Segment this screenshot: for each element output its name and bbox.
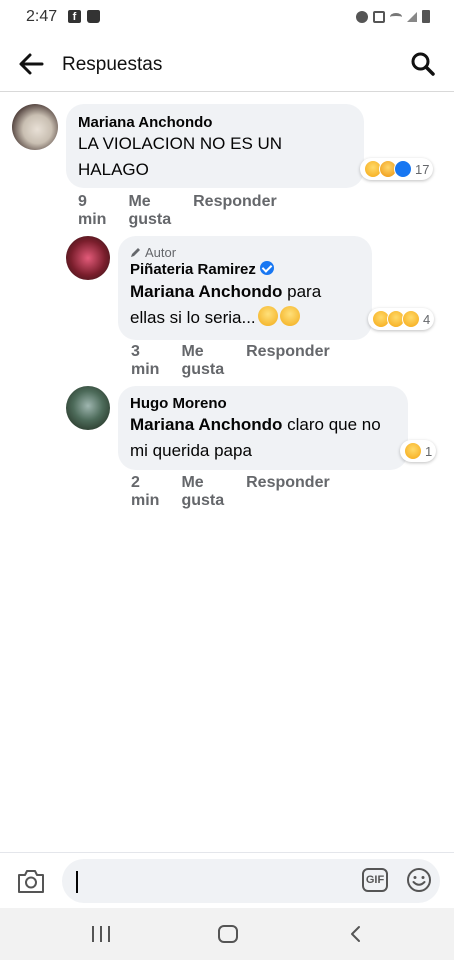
reply-button[interactable]: Responder bbox=[193, 193, 277, 229]
comment-text: LA VIOLACION NO ES UN HALAGO bbox=[78, 134, 283, 179]
comment-bubble: Autor Piñateria Ramirez Mariana Anchondo… bbox=[118, 236, 372, 340]
shopping-bag-icon bbox=[87, 10, 100, 23]
comment-bubble: Mariana Anchondo LA VIOLACION NO ES UN H… bbox=[66, 104, 364, 188]
avatar[interactable] bbox=[12, 104, 58, 150]
reply-button[interactable]: Responder bbox=[246, 343, 330, 379]
thinking-emoji-icon bbox=[279, 306, 300, 326]
status-time: 2:47 bbox=[26, 8, 58, 25]
like-button[interactable]: Me gusta bbox=[181, 343, 224, 379]
reply-button[interactable]: Responder bbox=[246, 474, 330, 510]
avatar[interactable] bbox=[66, 386, 110, 430]
mention-link[interactable]: Mariana Anchondo bbox=[130, 415, 282, 434]
reaction-summary[interactable]: 17 bbox=[360, 158, 434, 180]
comment-actions: 9 min Me gusta Responder bbox=[78, 193, 277, 229]
wifi-icon bbox=[390, 12, 402, 21]
author-name[interactable]: Piñateria Ramirez bbox=[130, 261, 274, 278]
comment-bubble: Hugo Moreno Mariana Anchondo claro que n… bbox=[118, 386, 408, 470]
reply-composer: GIF bbox=[0, 852, 454, 908]
author-badge-label: Autor bbox=[145, 245, 177, 260]
like-button[interactable]: Me gusta bbox=[181, 474, 224, 510]
home-icon[interactable] bbox=[218, 925, 238, 943]
comment-text: Mariana Anchondo claro que no mi querida… bbox=[130, 412, 392, 464]
comment-text: Mariana Anchondo para ellas si lo seria.… bbox=[130, 279, 360, 331]
reaction-count: 4 bbox=[423, 311, 431, 327]
pencil-icon bbox=[131, 248, 140, 257]
arrow-left-icon[interactable] bbox=[18, 52, 44, 76]
header: Respuestas bbox=[0, 36, 454, 92]
like-button[interactable]: Me gusta bbox=[128, 193, 171, 229]
search-icon[interactable] bbox=[410, 51, 436, 77]
battery-icon bbox=[422, 10, 430, 23]
rolling-eyes-emoji-icon bbox=[257, 306, 278, 326]
reaction-count: 1 bbox=[425, 443, 433, 459]
status-right-icons bbox=[356, 10, 430, 23]
alarm-icon bbox=[356, 10, 368, 23]
author-name-text: Piñateria Ramirez bbox=[130, 261, 256, 278]
reaction-summary[interactable]: 4 bbox=[368, 308, 435, 330]
reaction-summary[interactable]: 1 bbox=[400, 440, 437, 462]
comment-time: 2 min bbox=[131, 474, 160, 509]
comment-time: 9 min bbox=[78, 193, 107, 228]
smiley-icon[interactable] bbox=[406, 867, 432, 893]
back-icon[interactable] bbox=[346, 924, 366, 944]
like-reaction-icon bbox=[394, 160, 412, 178]
recents-icon[interactable] bbox=[92, 926, 110, 942]
status-bar: 2:47 f bbox=[0, 0, 454, 36]
author-name[interactable]: Hugo Moreno bbox=[130, 395, 396, 412]
author-name[interactable]: Mariana Anchondo bbox=[78, 114, 352, 131]
mute-icon bbox=[373, 10, 385, 23]
verified-badge-icon bbox=[259, 261, 274, 275]
facebook-icon: f bbox=[68, 10, 81, 23]
signal-icon bbox=[407, 11, 417, 22]
status-left-icons: f bbox=[68, 10, 100, 23]
reaction-count: 17 bbox=[415, 161, 430, 177]
gif-button[interactable]: GIF bbox=[362, 868, 388, 892]
text-cursor bbox=[76, 871, 78, 893]
comment-actions: 3 min Me gusta Responder bbox=[131, 343, 330, 379]
camera-icon[interactable] bbox=[16, 867, 46, 895]
comment-time: 3 min bbox=[131, 343, 160, 378]
author-badge: Autor bbox=[130, 245, 360, 260]
haha-reaction-icon bbox=[404, 442, 422, 460]
system-nav-bar bbox=[0, 908, 454, 960]
avatar[interactable] bbox=[66, 236, 110, 280]
sad-reaction-icon bbox=[402, 310, 420, 328]
comment-actions: 2 min Me gusta Responder bbox=[131, 474, 330, 510]
mention-link[interactable]: Mariana Anchondo bbox=[130, 282, 282, 301]
page-title: Respuestas bbox=[62, 54, 163, 75]
